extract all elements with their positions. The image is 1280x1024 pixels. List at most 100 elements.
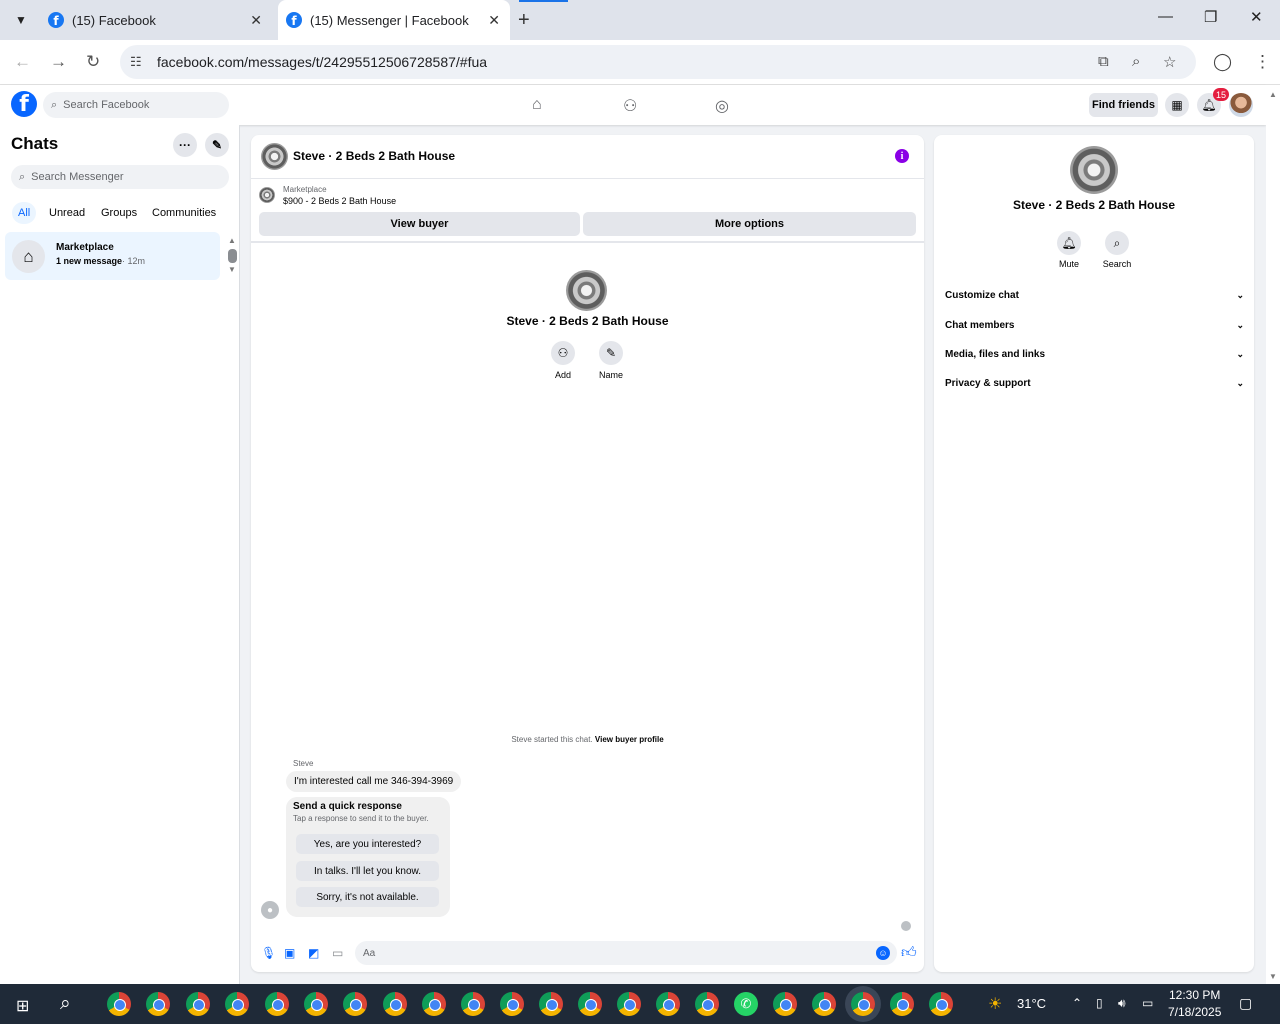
quick-response-option[interactable]: Sorry, it's not available. <box>296 887 439 907</box>
chrome-app-icon[interactable] <box>578 992 602 1016</box>
emoji-icon[interactable]: ☺ <box>876 946 890 960</box>
search-in-chat-button[interactable]: ⌕ Search <box>1092 231 1142 269</box>
groups-icon[interactable]: ◎ <box>715 96 729 116</box>
whatsapp-app-icon[interactable]: ✆ <box>734 992 758 1016</box>
chat-options-more-icon[interactable]: ··· <box>173 133 197 157</box>
message-input[interactable]: Aa <box>355 941 897 965</box>
find-friends-button[interactable]: Find friends <box>1089 93 1158 117</box>
temperature[interactable]: 31°C <box>1017 996 1046 1011</box>
clock-time[interactable]: 12:30 PM <box>1169 988 1220 1002</box>
chrome-app-icon[interactable] <box>656 992 680 1016</box>
chrome-app-icon[interactable] <box>929 992 953 1016</box>
close-window-icon[interactable]: ✕ <box>1250 8 1263 26</box>
new-tab-plus-icon[interactable]: + <box>518 9 530 32</box>
chrome-app-icon[interactable] <box>617 992 641 1016</box>
browser-tab-facebook[interactable]: f (15) Facebook ✕ <box>40 0 272 40</box>
chrome-app-icon[interactable] <box>422 992 446 1016</box>
conversation-title[interactable]: Steve · 2 Beds 2 Bath House <box>293 149 455 163</box>
thumbs-up-like-icon[interactable]: 👍︎ <box>901 944 917 962</box>
messenger-search-input[interactable]: ⌕ Search Messenger <box>11 165 229 189</box>
chat-list-scroll-up-icon[interactable]: ▲ <box>228 236 236 245</box>
attach-photo-icon[interactable]: ▣ <box>284 946 295 960</box>
add-people-button[interactable]: ⚇ Add <box>538 341 588 380</box>
chat-list-scroll-down-icon[interactable]: ▼ <box>228 265 236 274</box>
windows-start-icon[interactable]: ⊞ <box>16 996 29 1016</box>
chrome-app-icon[interactable] <box>500 992 524 1016</box>
chat-members-section[interactable]: Chat members ⌄ <box>945 315 1244 335</box>
network-icon[interactable]: ▭ <box>1142 996 1153 1010</box>
taskbar-search-icon[interactable]: ⌕ <box>60 993 71 1015</box>
scroll-down-arrow-icon[interactable]: ▼ <box>1269 972 1277 981</box>
tab-list-chevron-down-icon[interactable]: ▼ <box>8 7 34 33</box>
more-options-button[interactable]: More options <box>583 212 916 236</box>
weather-icon[interactable]: ☀ <box>988 994 1002 1014</box>
conversation-info-icon[interactable]: i <box>895 149 909 163</box>
profile-icon[interactable]: ◯ <box>1213 52 1232 72</box>
chrome-app-icon[interactable] <box>539 992 563 1016</box>
name-chat-button[interactable]: ✎ Name <box>586 341 636 380</box>
volume-icon[interactable]: 🔊︎ <box>1118 996 1126 1011</box>
chrome-app-icon[interactable] <box>773 992 797 1016</box>
filter-groups[interactable]: Groups <box>95 202 143 224</box>
conversation-avatar[interactable] <box>261 143 288 170</box>
url-text[interactable]: facebook.com/messages/t/2429551250672858… <box>157 54 487 70</box>
chat-list-item[interactable]: ⌂ Marketplace 1 new message· 12m <box>5 232 220 280</box>
filter-communities[interactable]: Communities <box>146 202 222 224</box>
chrome-app-icon[interactable] <box>304 992 328 1016</box>
chrome-app-icon-active[interactable] <box>851 992 875 1016</box>
privacy-support-section[interactable]: Privacy & support ⌄ <box>945 373 1244 393</box>
browser-tab-messenger[interactable]: f (15) Messenger | Facebook ✕ <box>278 0 510 40</box>
forward-arrow-icon[interactable]: → <box>50 52 67 72</box>
chrome-app-icon[interactable] <box>383 992 407 1016</box>
back-arrow-icon[interactable]: ← <box>14 52 31 72</box>
close-tab-icon[interactable]: ✕ <box>250 12 262 29</box>
mute-button[interactable]: 🔔︎ Mute <box>1044 231 1094 269</box>
chrome-app-icon[interactable] <box>890 992 914 1016</box>
chrome-app-icon[interactable] <box>146 992 170 1016</box>
zoom-icon[interactable]: ⌕ <box>1132 53 1140 70</box>
chrome-app-icon[interactable] <box>461 992 485 1016</box>
customize-chat-section[interactable]: Customize chat ⌄ <box>945 285 1244 305</box>
view-buyer-button[interactable]: View buyer <box>259 212 580 236</box>
close-tab-icon[interactable]: ✕ <box>488 12 500 29</box>
install-app-icon[interactable]: ⧉ <box>1098 53 1109 70</box>
chrome-app-icon[interactable] <box>265 992 289 1016</box>
notification-center-icon[interactable]: ▢ <box>1239 995 1252 1012</box>
browser-menu-icon[interactable]: ⋮ <box>1254 52 1271 72</box>
show-hidden-icons-chevron-icon[interactable]: ⌃ <box>1072 996 1082 1010</box>
bookmark-star-icon[interactable]: ☆ <box>1163 53 1176 71</box>
friends-icon[interactable]: ⚇ <box>623 96 637 116</box>
chrome-app-icon[interactable] <box>343 992 367 1016</box>
device-icon[interactable]: ▯ <box>1096 996 1103 1010</box>
facebook-logo-icon[interactable]: f <box>11 91 37 117</box>
restore-window-icon[interactable]: ❐ <box>1204 8 1217 26</box>
reload-icon[interactable]: ↻ <box>86 52 100 72</box>
address-bar[interactable]: ☷ facebook.com/messages/t/24295512506728… <box>120 45 1196 79</box>
quick-response-option[interactable]: Yes, are you interested? <box>296 834 439 854</box>
minimize-window-icon[interactable]: — <box>1158 8 1173 25</box>
page-scrollbar[interactable]: ▲ ▼ <box>1266 85 1280 984</box>
filter-all[interactable]: All <box>12 202 37 224</box>
chrome-app-icon[interactable] <box>107 992 131 1016</box>
menu-grid-icon[interactable]: ▦ <box>1165 93 1189 117</box>
chrome-app-icon[interactable] <box>812 992 836 1016</box>
media-files-links-section[interactable]: Media, files and links ⌄ <box>945 344 1244 364</box>
account-avatar[interactable] <box>1229 93 1253 117</box>
microphone-icon[interactable]: 🎙︎ <box>261 946 276 960</box>
home-icon[interactable]: ⌂ <box>532 96 542 114</box>
chrome-app-icon[interactable] <box>695 992 719 1016</box>
gif-icon[interactable]: ▭ <box>332 946 343 960</box>
filter-unread[interactable]: Unread <box>43 202 91 224</box>
sticker-icon[interactable]: ◩ <box>308 946 319 960</box>
new-message-compose-icon[interactable]: ✎ <box>205 133 229 157</box>
listing-title[interactable]: $900 - 2 Beds 2 Bath House <box>283 196 396 206</box>
chrome-app-icon[interactable] <box>186 992 210 1016</box>
site-settings-icon[interactable]: ☷ <box>130 54 142 70</box>
clock-date[interactable]: 7/18/2025 <box>1168 1005 1221 1019</box>
chat-list-scrollbar-thumb[interactable] <box>228 249 237 263</box>
quick-response-option[interactable]: In talks. I'll let you know. <box>296 861 439 881</box>
view-buyer-profile-link[interactable]: View buyer profile <box>595 735 664 744</box>
facebook-search-input[interactable]: ⌕ Search Facebook <box>43 92 229 118</box>
scroll-up-arrow-icon[interactable]: ▲ <box>1269 90 1277 99</box>
chrome-app-icon[interactable] <box>225 992 249 1016</box>
